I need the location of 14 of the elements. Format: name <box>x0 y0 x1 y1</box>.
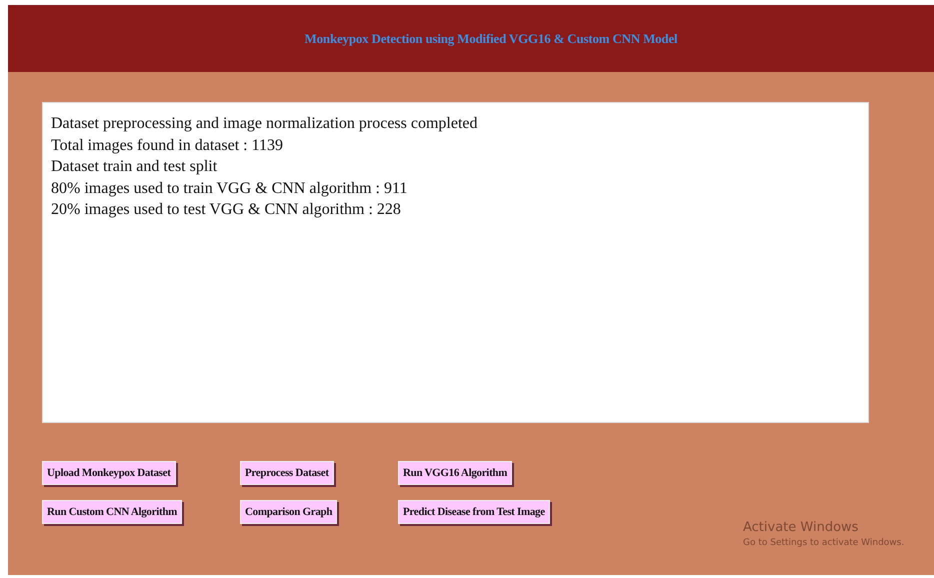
window-title: Monkeypox Detection using Modified VGG16 & Custom CNN Model <box>304 30 678 46</box>
action-button[interactable]: Comparison Graph <box>240 500 338 524</box>
activation-notice-title: Activate Windows <box>743 520 860 535</box>
output-line: 20% images used to test VGG & CNN algorithm : 228 <box>51 200 402 220</box>
action-button[interactable]: Upload Monkeypox Dataset <box>42 461 176 485</box>
action-button[interactable]: Preprocess Dataset <box>240 461 334 485</box>
action-button[interactable]: Run Custom CNN Algorithm <box>42 500 182 524</box>
output-line: Total images found in dataset : 1139 <box>51 136 284 156</box>
output-line: Dataset preprocessing and image normalization process completed <box>51 114 479 134</box>
output-line: 80% images used to train VGG & CNN algorithm : 911 <box>51 178 408 198</box>
action-button[interactable]: Run VGG16 Algorithm <box>398 461 512 485</box>
action-button[interactable]: Predict Disease from Test Image <box>398 500 550 524</box>
activation-notice-text: Go to Settings to activate Windows. <box>743 538 904 548</box>
output-line: Dataset train and test split <box>51 157 218 177</box>
